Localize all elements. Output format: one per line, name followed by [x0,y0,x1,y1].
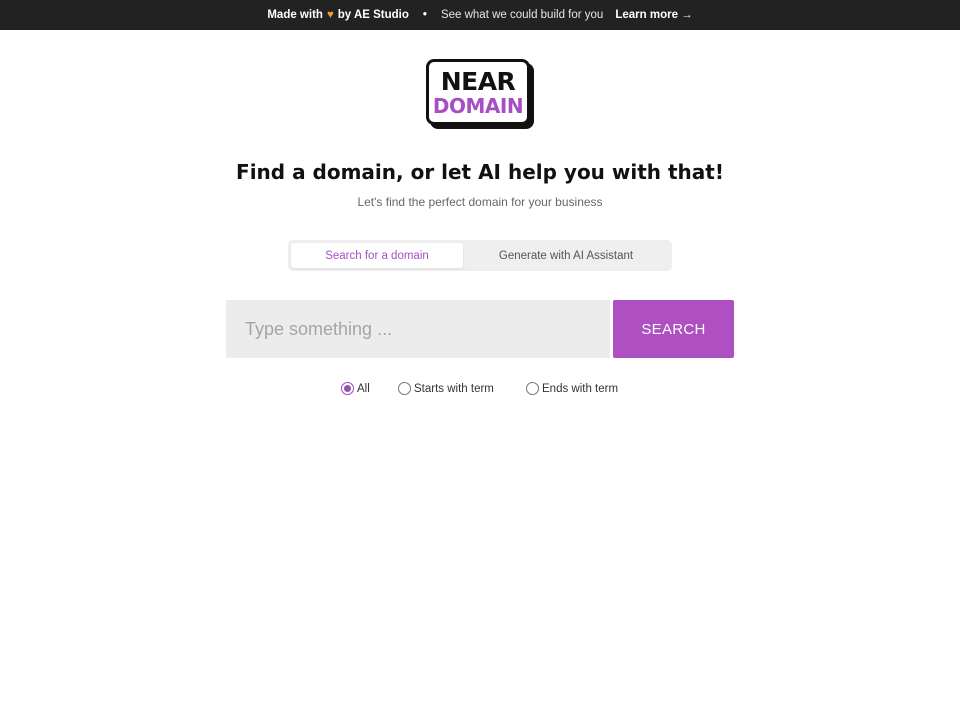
radio-all-label: All [357,382,370,395]
radio-starts-with-indicator[interactable] [398,382,411,395]
radio-all-indicator[interactable] [341,382,354,395]
page-title: Find a domain, or let AI help you with t… [236,160,724,184]
banner-separator: • [422,9,427,21]
logo-box: NEAR DOMAIN [426,59,530,125]
logo-line-domain: DOMAIN [432,93,524,118]
logo-line-near: NEAR [440,66,516,96]
page-subtitle: Let's find the perfect domain for your b… [357,195,603,209]
radio-starts-with-label: Starts with term [414,382,494,395]
banner-made-with: Made with [267,9,323,21]
search-button[interactable]: SEARCH [613,300,734,358]
mode-tabs: Search for a domain Generate with AI Ass… [288,240,672,271]
radio-ends-with-indicator[interactable] [526,382,539,395]
promo-banner: Made with ♥ by AE Studio • See what we c… [0,0,960,30]
radio-ends-with[interactable]: Ends with term [526,382,618,395]
radio-starts-with[interactable]: Starts with term [398,382,494,395]
heart-icon: ♥ [326,9,334,21]
tab-ai-assistant[interactable]: Generate with AI Assistant [463,243,669,268]
learn-more-link[interactable]: Learn more → [615,9,692,21]
tab-search-domain[interactable]: Search for a domain [291,243,463,268]
radio-ends-with-label: Ends with term [542,382,619,395]
match-options: All Starts with term Ends with term [0,382,960,398]
near-domain-logo[interactable]: NEAR DOMAIN [426,59,534,131]
banner-by-ae-studio: by AE Studio [337,9,409,21]
domain-search-input[interactable] [226,300,610,358]
banner-tagline: See what we could build for you [440,9,604,21]
radio-all[interactable]: All [341,382,370,395]
